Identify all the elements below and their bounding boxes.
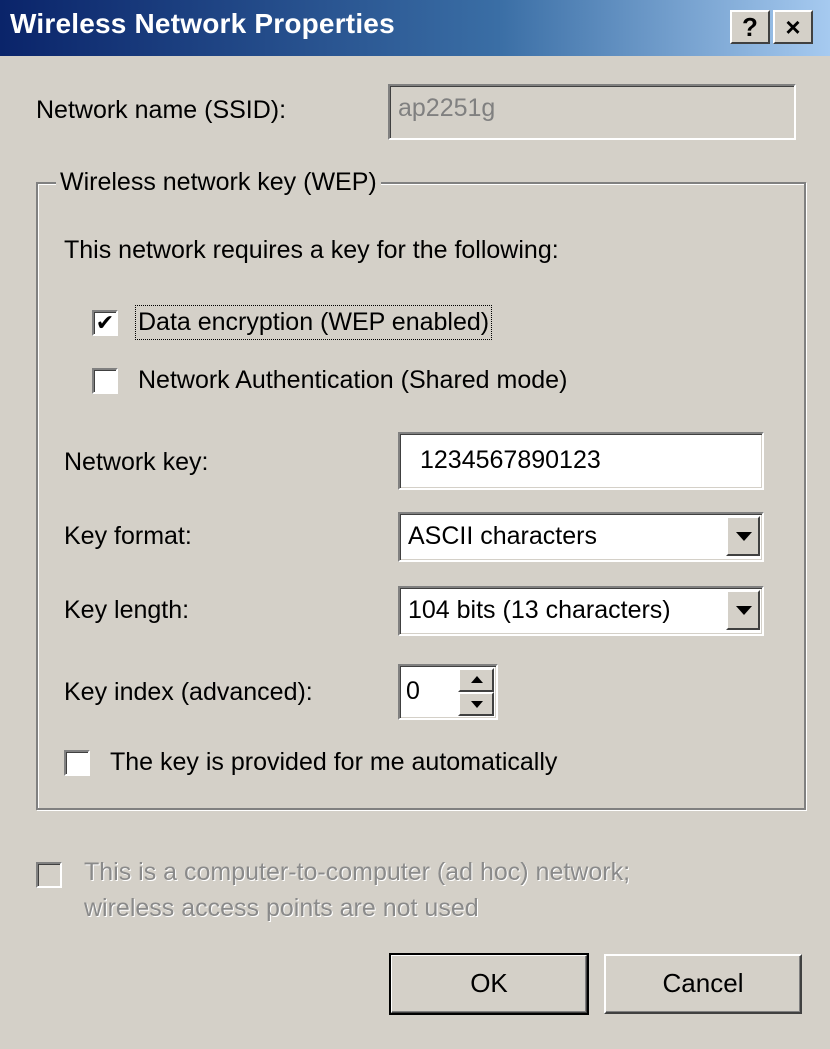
data-encryption-checkbox[interactable]: ✔ bbox=[92, 310, 118, 336]
help-icon: ? bbox=[742, 12, 758, 42]
chevron-down-icon[interactable] bbox=[726, 516, 760, 556]
spin-up-icon[interactable] bbox=[458, 668, 494, 692]
cancel-button[interactable]: Cancel bbox=[604, 954, 802, 1014]
ok-button[interactable]: OK bbox=[389, 953, 589, 1015]
adhoc-label-line1: This is a computer-to-computer (ad hoc) … bbox=[84, 858, 631, 886]
key-length-select[interactable]: 104 bits (13 characters) bbox=[398, 586, 764, 636]
requires-key-text: This network requires a key for the foll… bbox=[64, 236, 559, 264]
network-authentication-checkbox[interactable] bbox=[92, 368, 118, 394]
spin-down-icon[interactable] bbox=[458, 692, 494, 716]
close-icon: × bbox=[785, 12, 801, 42]
data-encryption-label[interactable]: Data encryption (WEP enabled) bbox=[134, 305, 493, 340]
ssid-label: Network name (SSID): bbox=[36, 96, 287, 124]
auto-key-label[interactable]: The key is provided for me automatically bbox=[110, 748, 557, 777]
key-index-label: Key index (advanced): bbox=[64, 678, 313, 706]
chevron-down-icon[interactable] bbox=[726, 590, 760, 630]
help-button[interactable]: ? bbox=[730, 10, 770, 44]
window-title: Wireless Network Properties bbox=[10, 8, 395, 39]
auto-key-checkbox[interactable] bbox=[64, 750, 90, 776]
key-format-label: Key format: bbox=[64, 522, 192, 550]
title-bar[interactable]: Wireless Network Properties ? × bbox=[0, 0, 830, 56]
network-key-input[interactable]: 1234567890123 bbox=[398, 432, 764, 490]
key-index-value: 0 bbox=[406, 677, 420, 705]
network-authentication-label[interactable]: Network Authentication (Shared mode) bbox=[138, 366, 567, 395]
key-format-select[interactable]: ASCII characters bbox=[398, 512, 764, 562]
adhoc-checkbox bbox=[36, 862, 62, 888]
close-button[interactable]: × bbox=[773, 10, 813, 44]
key-length-value: 104 bits (13 characters) bbox=[408, 596, 671, 624]
key-format-value: ASCII characters bbox=[408, 522, 597, 550]
wep-group-legend: Wireless network key (WEP) bbox=[56, 168, 381, 197]
wireless-network-properties-dialog: Wireless Network Properties ? × Network … bbox=[0, 0, 830, 1049]
adhoc-label-line2: wireless access points are not used bbox=[84, 894, 479, 922]
ssid-field: ap2251g bbox=[388, 84, 796, 140]
network-key-label: Network key: bbox=[64, 448, 209, 476]
key-length-label: Key length: bbox=[64, 596, 190, 624]
